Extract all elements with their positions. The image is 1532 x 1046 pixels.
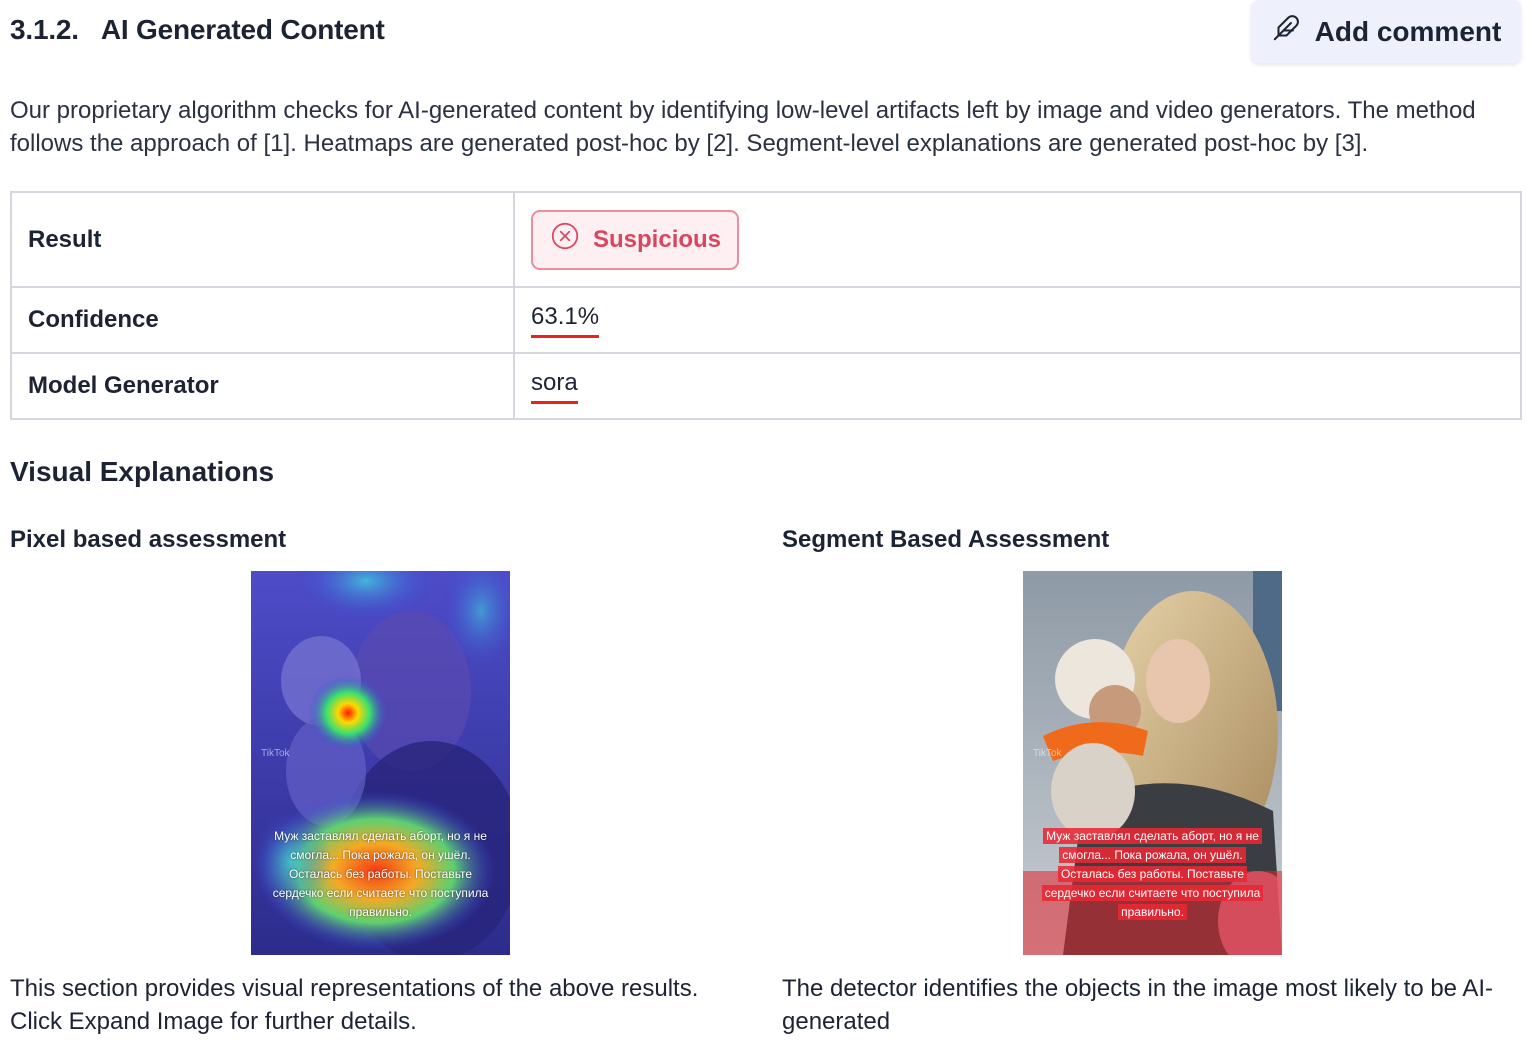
segment-assessment-title: Segment Based Assessment	[782, 526, 1110, 553]
results-table: Result Suspicious Confidence 63.1% Model…	[10, 191, 1522, 420]
pixel-assessment-caption: This section provides visual representat…	[10, 975, 699, 1035]
pixel-heatmap-image[interactable]: TikTok Муж заставлял сделать аборт, но я…	[251, 571, 510, 955]
feather-pen-icon	[1271, 13, 1301, 50]
pixel-assessment-title: Pixel based assessment	[10, 526, 287, 553]
add-comment-button[interactable]: Add comment	[1251, 0, 1521, 63]
result-cell: Suspicious	[513, 191, 1522, 288]
model-generator-label: Model Generator	[10, 352, 515, 420]
x-circle-icon	[551, 222, 579, 257]
visual-explanations-title: Visual Explanations	[10, 456, 275, 487]
image-overlay-text: Муж заставлял сделать аборт, но я не смо…	[272, 829, 489, 919]
status-badge: Suspicious	[531, 209, 740, 270]
table-row: Model Generator sora	[10, 352, 1522, 420]
tiktok-watermark: TikTok	[1033, 748, 1062, 759]
section-title: AI Generated Content	[100, 14, 385, 45]
confidence-cell: 63.1%	[513, 286, 1522, 354]
segment-assessment-image[interactable]: TikTok Муж заставлял сделать аборт, но я…	[1023, 571, 1282, 955]
table-row: Result Suspicious	[10, 191, 1522, 288]
image-overlay-text: Муж заставлял сделать аборт, но я не смо…	[1033, 827, 1272, 922]
status-badge-label: Suspicious	[593, 225, 722, 253]
report-section: 3.1.2. AI Generated Content Add comment O…	[0, 0, 1532, 1046]
model-generator-value: sora	[531, 369, 578, 404]
intro-paragraph: Our proprietary algorithm checks for AI-…	[10, 97, 1476, 157]
result-label: Result	[10, 191, 515, 288]
section-number: 3.1.2.	[10, 14, 79, 45]
confidence-value: 63.1%	[531, 303, 600, 338]
table-row: Confidence 63.1%	[10, 286, 1522, 354]
segment-assessment-caption: The detector identifies the objects in t…	[782, 975, 1494, 1035]
add-comment-label: Add comment	[1314, 15, 1502, 47]
section-heading: 3.1.2. AI Generated Content	[10, 14, 385, 46]
model-generator-cell: sora	[513, 352, 1522, 420]
tiktok-watermark: TikTok	[261, 748, 290, 759]
confidence-label: Confidence	[10, 286, 515, 354]
